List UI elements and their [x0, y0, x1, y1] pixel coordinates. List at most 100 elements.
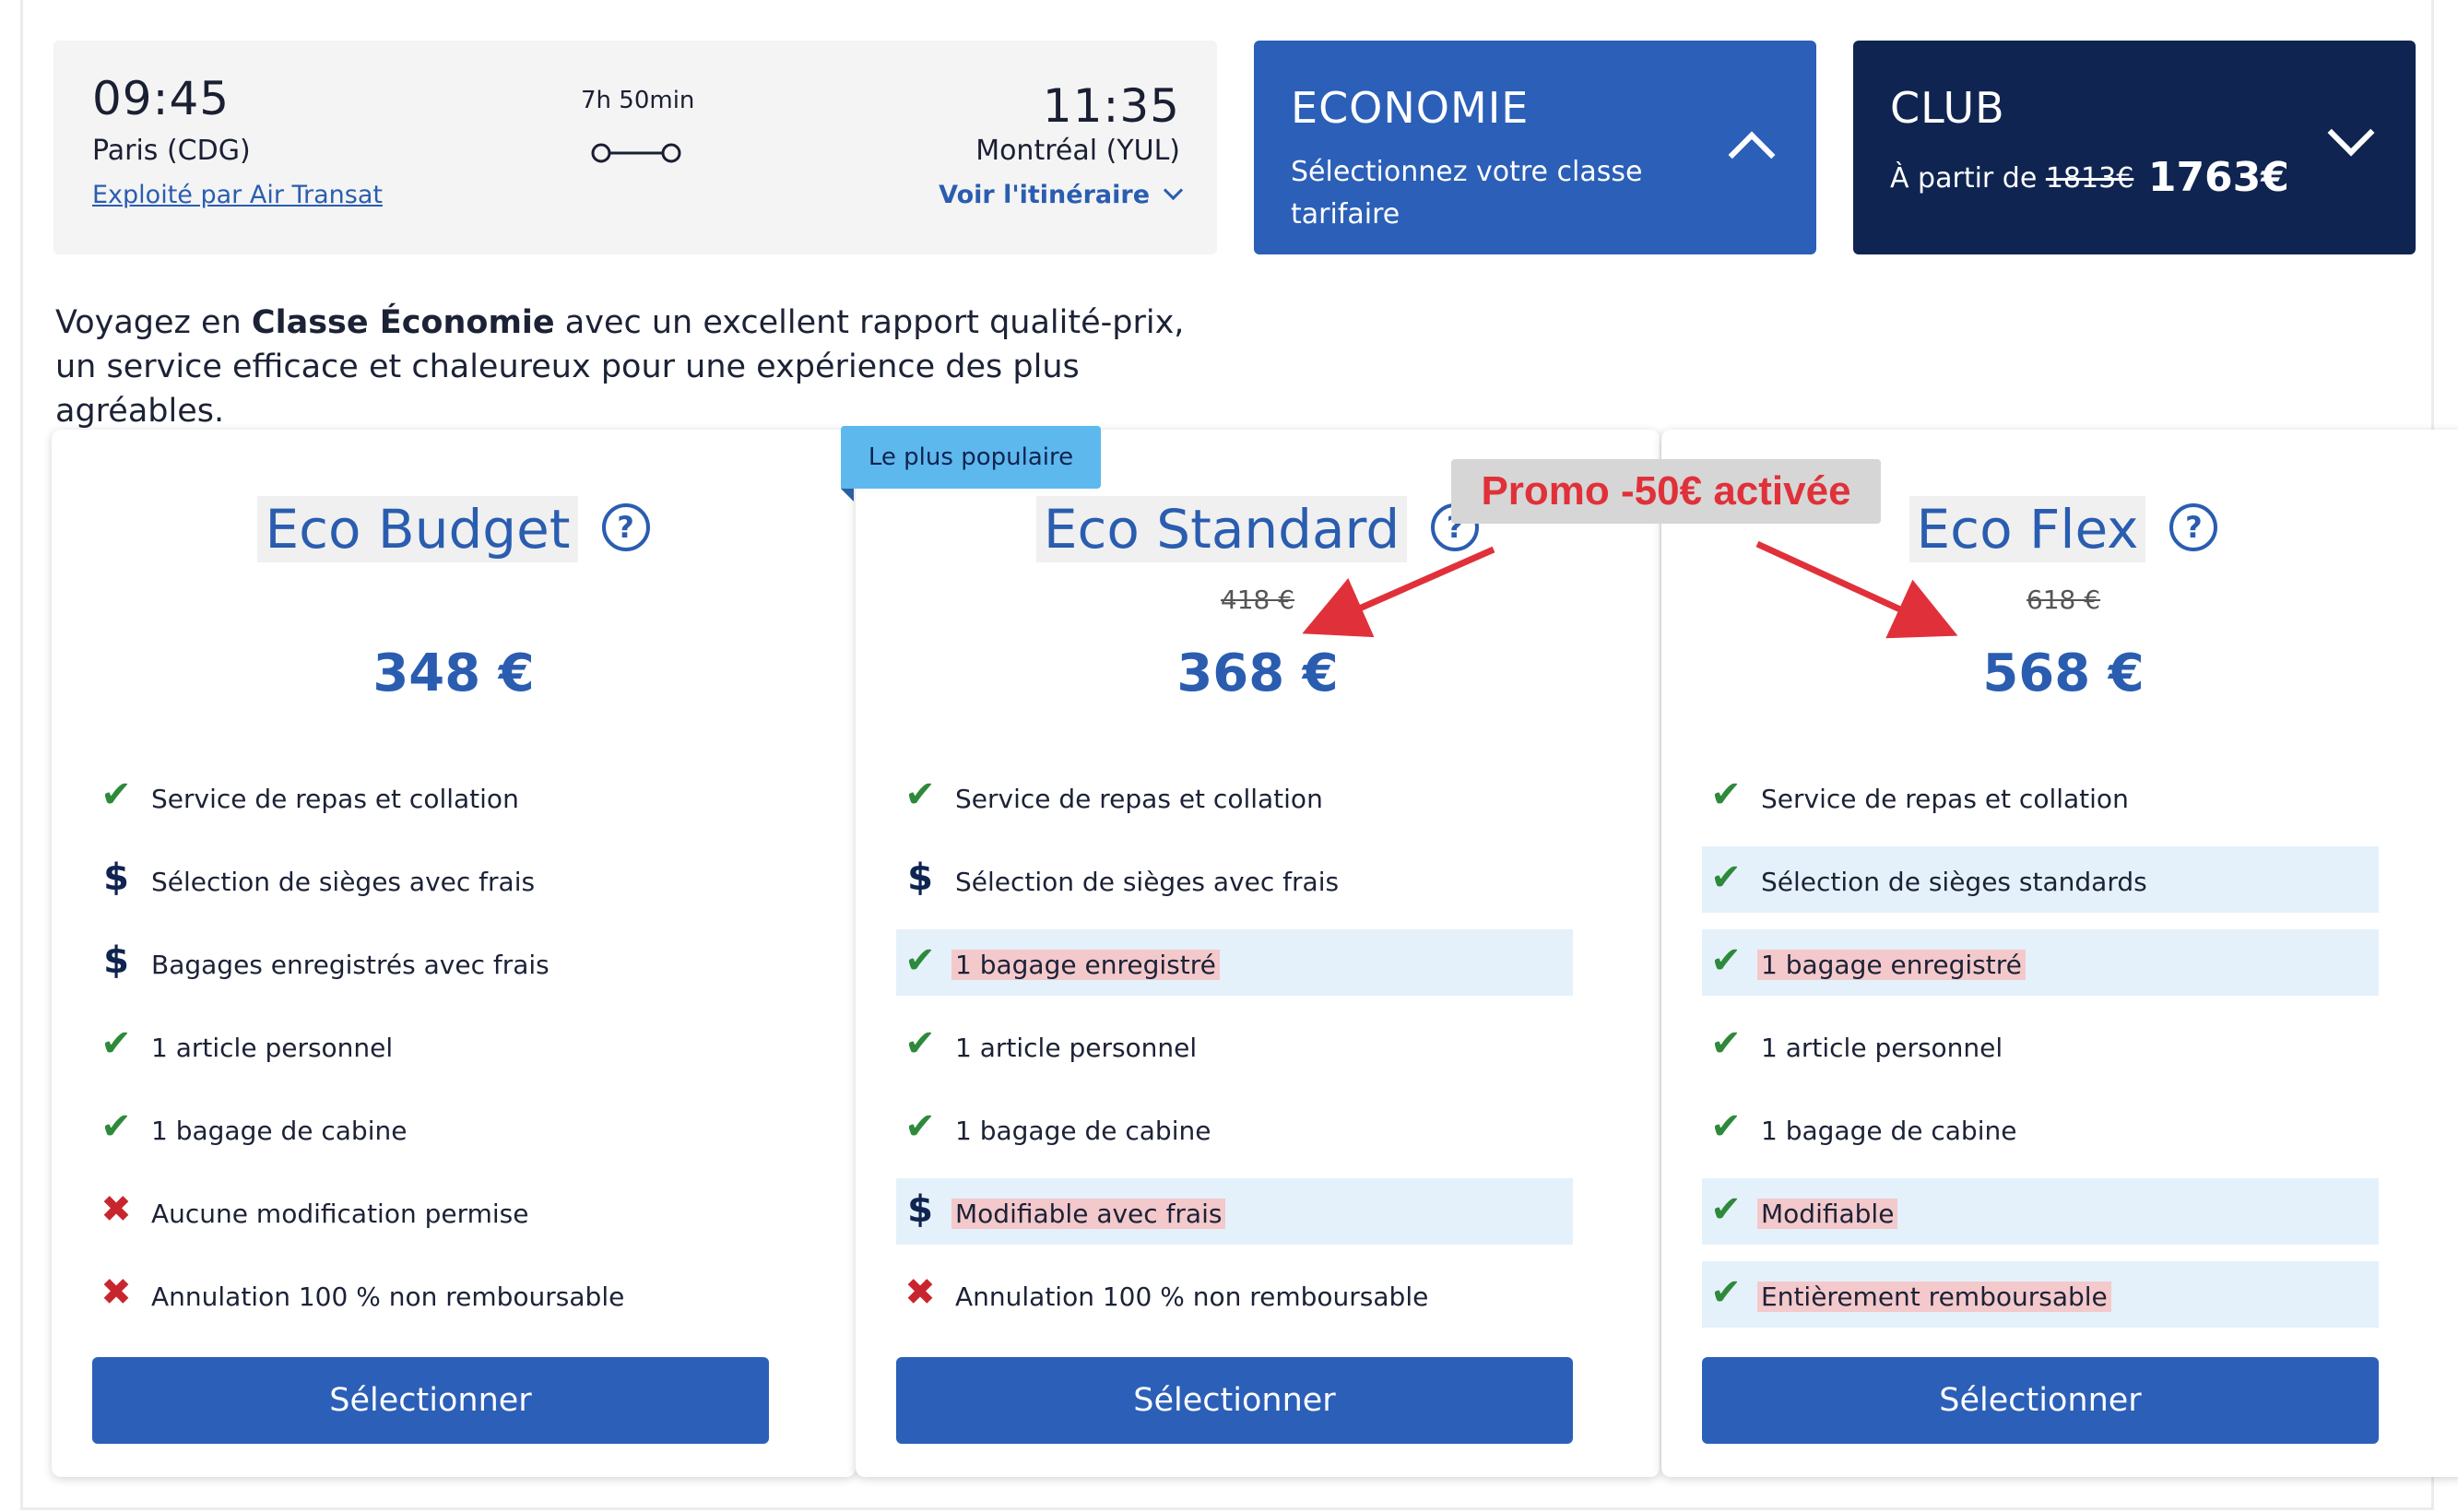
- chevron-up-icon: [1728, 131, 1776, 179]
- class-description: Voyagez en Classe Économie avec un excel…: [55, 301, 1208, 433]
- fare-feature-text: Sélection de sièges avec frais: [955, 867, 1340, 897]
- check-icon: ✔: [1710, 774, 1742, 816]
- fare-title: Eco Budget?: [52, 496, 856, 562]
- fare-feature-text: 1 article personnel: [151, 1033, 394, 1063]
- check-icon: ✔: [1710, 1105, 1742, 1148]
- fare-feature-text: 1 article personnel: [1761, 1033, 2003, 1063]
- fare-feature-text: Annulation 100 % non remboursable: [151, 1282, 625, 1312]
- fare-feature: ✔ 1 article personnel: [1702, 1012, 2379, 1079]
- fare-feature-text: Entièrement remboursable: [1757, 1282, 2111, 1312]
- fare-feature: ✔ Entièrement remboursable: [1702, 1261, 2379, 1328]
- fare-feature: ✖ Annulation 100 % non remboursable: [896, 1261, 1573, 1328]
- chevron-down-icon: [2327, 109, 2375, 157]
- fare-feature: ✔ Service de repas et collation: [896, 763, 1573, 830]
- check-icon: ✔: [1710, 1022, 1742, 1065]
- fare-feature-text: Bagages enregistrés avec frais: [151, 950, 550, 980]
- fare-price: 348 €: [372, 644, 535, 703]
- fare-feature-text: 1 bagage enregistré: [951, 950, 1220, 980]
- fare-feature: $ Modifiable avec frais: [896, 1178, 1573, 1245]
- check-icon: ✔: [100, 1105, 132, 1148]
- fare-name: Eco Budget: [257, 496, 578, 562]
- arrival-city: Montréal (YUL): [975, 135, 1180, 167]
- fare-feature: ✔ 1 article personnel: [92, 1012, 769, 1079]
- fare-feature: ✖ Aucune modification permise: [92, 1178, 769, 1245]
- club-price: 1763€: [2147, 154, 2289, 201]
- fare-feature-text: 1 article personnel: [955, 1033, 1198, 1063]
- dollar-icon: $: [103, 856, 129, 899]
- help-icon[interactable]: ?: [601, 502, 650, 551]
- fare-card-eco-standard: Eco Standard? 418 €368 € ✔ Service de repas…: [856, 430, 1660, 1477]
- departure-time: 09:45: [92, 72, 230, 125]
- check-icon: ✔: [904, 939, 936, 982]
- cross-icon: ✖: [100, 1271, 132, 1314]
- fare-feature: ✔ 1 article personnel: [896, 1012, 1573, 1079]
- fare-feature: ✔ Modifiable: [1702, 1178, 2379, 1245]
- fare-feature: ✔ Service de repas et collation: [1702, 763, 2379, 830]
- fare-feature: $ Sélection de sièges avec frais: [92, 846, 769, 913]
- check-icon: ✔: [1710, 939, 1742, 982]
- fare-feature: ✖ Annulation 100 % non remboursable: [92, 1261, 769, 1328]
- cross-icon: ✖: [904, 1271, 936, 1314]
- club-price-prefix: À partir de: [1890, 162, 2038, 195]
- check-icon: ✔: [100, 1022, 132, 1065]
- fare-feature: ✔ 1 bagage de cabine: [92, 1095, 769, 1162]
- fare-feature-text: Annulation 100 % non remboursable: [955, 1282, 1429, 1312]
- select-fare-button[interactable]: Sélectionner: [896, 1357, 1573, 1444]
- departure-city: Paris (CDG): [92, 135, 251, 167]
- flight-summary: 09:45 Paris (CDG) Exploité par Air Trans…: [53, 41, 1217, 254]
- route-line-icon: [591, 143, 681, 163]
- fare-feature-text: Service de repas et collation: [151, 784, 519, 814]
- fare-feature-text: Modifiable avec frais: [951, 1199, 1226, 1229]
- fare-feature-text: Sélection de sièges standards: [1761, 867, 2147, 897]
- club-old-price: 1813€: [2045, 162, 2134, 195]
- fare-feature-text: Service de repas et collation: [955, 784, 1323, 814]
- fare-feature-text: Aucune modification permise: [151, 1199, 529, 1229]
- fare-name: Eco Standard: [1035, 496, 1408, 562]
- fare-feature-text: Sélection de sièges avec frais: [151, 867, 536, 897]
- fare-price: 568 €: [1982, 644, 2145, 703]
- tab-club[interactable]: CLUB À partir de 1813€ 1763€: [1853, 41, 2416, 254]
- fare-feature: $ Sélection de sièges avec frais: [896, 846, 1573, 913]
- fare-feature-text: Modifiable: [1757, 1199, 1898, 1229]
- fare-feature: ✔ 1 bagage de cabine: [1702, 1095, 2379, 1162]
- fare-feature: ✔ 1 bagage de cabine: [896, 1095, 1573, 1162]
- operated-by-link[interactable]: Exploité par Air Transat: [92, 181, 383, 209]
- dollar-icon: $: [103, 939, 129, 982]
- most-popular-badge: Le plus populaire: [841, 426, 1101, 489]
- chevron-down-icon: [1163, 180, 1184, 201]
- tab-economy-title: ECONOMIE: [1291, 83, 1530, 133]
- fare-feature-text: 1 bagage de cabine: [955, 1116, 1211, 1146]
- promo-annotation: Promo -50€ activée: [1451, 459, 1881, 524]
- check-icon: ✔: [1710, 856, 1742, 899]
- select-fare-button[interactable]: Sélectionner: [92, 1357, 769, 1444]
- dollar-icon: $: [907, 1188, 933, 1231]
- fare-feature: ✔ Service de repas et collation: [92, 763, 769, 830]
- tab-club-price-line: À partir de 1813€ 1763€: [1890, 153, 2406, 200]
- fare-feature-text: 1 bagage enregistré: [1757, 950, 2026, 980]
- fare-old-price: 618 €: [2026, 585, 2101, 615]
- fare-feature-text: 1 bagage de cabine: [151, 1116, 408, 1146]
- fare-old-price: 418 €: [1220, 585, 1295, 615]
- tab-economy-subtitle: Sélectionnez votre classe tarifaire: [1291, 156, 1643, 230]
- check-icon: ✔: [1710, 1271, 1742, 1314]
- view-itinerary-link[interactable]: Voir l'itinéraire: [939, 180, 1184, 209]
- cross-icon: ✖: [100, 1188, 132, 1231]
- fare-card-eco-budget: Eco Budget? 348 € ✔ Service de repas et col…: [52, 430, 856, 1477]
- fare-feature: $ Bagages enregistrés avec frais: [92, 929, 769, 996]
- fare-feature: ✔ 1 bagage enregistré: [896, 929, 1573, 996]
- fare-feature-text: Service de repas et collation: [1761, 784, 2129, 814]
- select-fare-button[interactable]: Sélectionner: [1702, 1357, 2379, 1444]
- check-icon: ✔: [904, 1105, 936, 1148]
- badge-fold: [841, 489, 854, 502]
- check-icon: ✔: [904, 774, 936, 816]
- tab-club-title: CLUB: [1890, 83, 2005, 133]
- help-icon[interactable]: ?: [2169, 502, 2218, 551]
- fare-price: 368 €: [1176, 644, 1339, 703]
- check-icon: ✔: [1710, 1188, 1742, 1231]
- view-itinerary-label: Voir l'itinéraire: [939, 181, 1150, 209]
- description-class-name: Classe Économie: [251, 304, 555, 341]
- dollar-icon: $: [907, 856, 933, 899]
- description-text: Voyagez en: [55, 304, 252, 341]
- fare-feature: ✔ 1 bagage enregistré: [1702, 929, 2379, 996]
- tab-economy[interactable]: ECONOMIE Sélectionnez votre classe tarif…: [1254, 41, 1816, 254]
